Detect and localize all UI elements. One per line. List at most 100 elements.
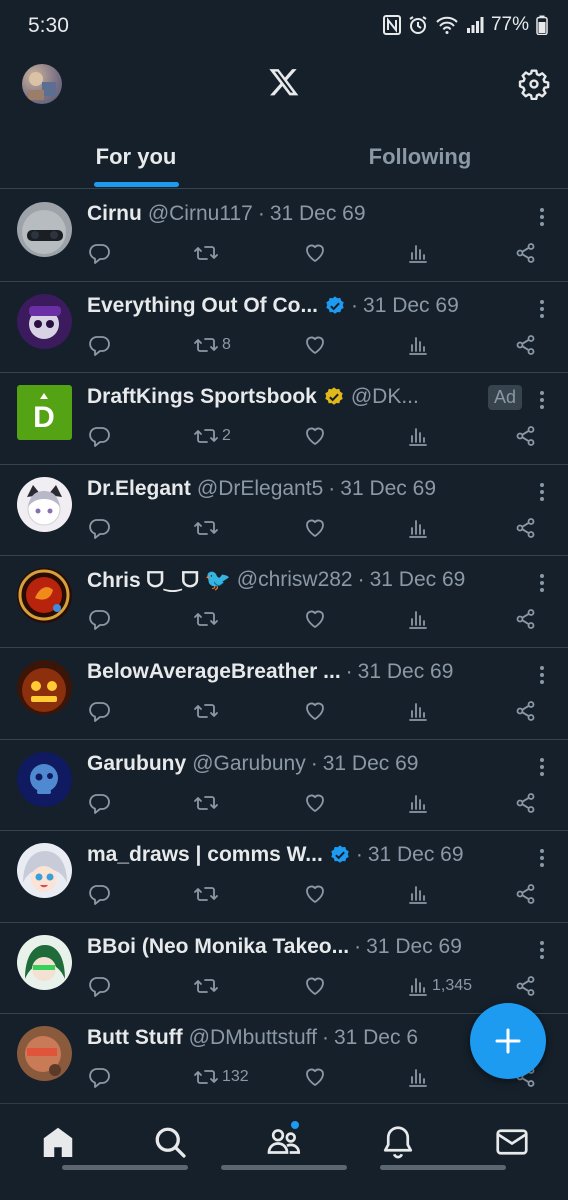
like-button[interactable]	[303, 790, 327, 816]
search-icon[interactable]	[152, 1124, 188, 1160]
tweet-date[interactable]: 31 Dec 69	[358, 660, 454, 684]
share-button[interactable]	[514, 515, 538, 541]
gear-icon[interactable]	[518, 68, 550, 100]
bell-icon[interactable]	[380, 1124, 416, 1160]
reply-button[interactable]	[87, 240, 111, 266]
like-button[interactable]	[303, 973, 327, 999]
tweet-card[interactable]: BelowAverageBreather ... · 31 Dec 69	[0, 648, 568, 740]
author-avatar[interactable]	[17, 293, 72, 349]
reply-button[interactable]	[87, 881, 111, 907]
tweet-date[interactable]: 31 Dec 69	[323, 752, 419, 776]
author-avatar[interactable]	[17, 751, 72, 807]
more-options-icon[interactable]	[538, 756, 546, 778]
author-name[interactable]: BBoi (Neo Monika Takeo...	[87, 935, 349, 959]
like-button[interactable]	[303, 698, 327, 724]
tweet-date[interactable]: 31 Dec 69	[270, 202, 366, 226]
retweet-button[interactable]	[193, 973, 219, 999]
more-options-icon[interactable]	[538, 939, 546, 961]
tweet-card[interactable]: Cirnu @Cirnu117 · 31 Dec 69	[0, 190, 568, 282]
share-button[interactable]	[514, 606, 538, 632]
retweet-button[interactable]	[193, 606, 219, 632]
tweet-date[interactable]: 31 Dec 69	[363, 294, 459, 318]
reply-button[interactable]	[87, 423, 111, 449]
views-button[interactable]	[407, 332, 429, 358]
more-options-icon[interactable]	[538, 389, 546, 411]
share-button[interactable]	[514, 240, 538, 266]
retweet-button[interactable]	[193, 881, 219, 907]
author-handle[interactable]: @Garubuny	[192, 752, 306, 776]
communities-icon[interactable]	[266, 1124, 302, 1160]
home-icon[interactable]	[40, 1124, 76, 1160]
reply-button[interactable]	[87, 698, 111, 724]
author-avatar[interactable]	[17, 1026, 72, 1082]
reply-button[interactable]	[87, 515, 111, 541]
more-options-icon[interactable]	[538, 481, 546, 503]
x-logo-icon[interactable]	[268, 66, 300, 98]
tweet-card[interactable]: ma_draws | comms W... · 31 Dec 69	[0, 831, 568, 923]
author-name[interactable]: Chris ᗜ‿ᗜ 🐦	[87, 568, 231, 593]
views-button[interactable]	[407, 240, 429, 266]
views-button[interactable]	[407, 1064, 429, 1090]
like-button[interactable]	[303, 240, 327, 266]
author-handle[interactable]: @DK...	[351, 385, 419, 409]
author-name[interactable]: Cirnu	[87, 202, 142, 226]
author-avatar[interactable]	[17, 934, 72, 990]
tweet-card[interactable]: Everything Out Of Co... · 31 Dec 69 8	[0, 282, 568, 374]
author-handle[interactable]: @DMbuttstuff	[189, 1026, 317, 1050]
author-name[interactable]: ma_draws | comms W...	[87, 843, 323, 867]
author-name[interactable]: Everything Out Of Co...	[87, 294, 318, 318]
like-button[interactable]	[303, 332, 327, 358]
share-button[interactable]	[514, 881, 538, 907]
like-button[interactable]	[303, 606, 327, 632]
like-button[interactable]	[303, 881, 327, 907]
tweet-card[interactable]: Chris ᗜ‿ᗜ 🐦 @chrisw282 · 31 Dec 69	[0, 556, 568, 648]
views-button[interactable]	[407, 698, 429, 724]
author-handle[interactable]: @Cirnu117	[148, 202, 253, 226]
views-button[interactable]	[407, 423, 429, 449]
tweet-date[interactable]: 31 Dec 6	[334, 1026, 418, 1050]
tweet-date[interactable]: 31 Dec 69	[366, 935, 462, 959]
reply-button[interactable]	[87, 606, 111, 632]
share-button[interactable]	[514, 423, 538, 449]
author-avatar[interactable]: D	[17, 385, 72, 441]
tweet-date[interactable]: 31 Dec 69	[368, 843, 464, 867]
reply-button[interactable]	[87, 332, 111, 358]
tab-for-you[interactable]: For you	[0, 132, 272, 188]
author-name[interactable]: BelowAverageBreather ...	[87, 660, 341, 684]
author-name[interactable]: Butt Stuff	[87, 1026, 183, 1050]
views-button[interactable]: 1,345	[407, 973, 472, 999]
retweet-button[interactable]	[193, 240, 219, 266]
author-name[interactable]: Dr.Elegant	[87, 477, 191, 501]
like-button[interactable]	[303, 423, 327, 449]
views-button[interactable]	[407, 606, 429, 632]
author-avatar[interactable]	[17, 659, 72, 715]
tweet-date[interactable]: 31 Dec 69	[370, 568, 466, 592]
tweet-card[interactable]: D DraftKings Sportsbook @DK... Ad 2	[0, 373, 568, 465]
views-button[interactable]	[407, 790, 429, 816]
share-button[interactable]	[514, 698, 538, 724]
retweet-button[interactable]	[193, 698, 219, 724]
more-options-icon[interactable]	[538, 206, 546, 228]
author-avatar[interactable]	[17, 843, 72, 899]
author-avatar[interactable]	[17, 476, 72, 532]
compose-button[interactable]	[470, 1003, 546, 1079]
author-handle[interactable]: @chrisw282	[237, 568, 353, 592]
like-button[interactable]	[303, 1064, 327, 1090]
retweet-button[interactable]	[193, 515, 219, 541]
retweet-button[interactable]: 2	[193, 423, 231, 449]
more-options-icon[interactable]	[538, 298, 546, 320]
more-options-icon[interactable]	[538, 664, 546, 686]
views-button[interactable]	[407, 515, 429, 541]
author-handle[interactable]: @DrElegant5	[197, 477, 323, 501]
like-button[interactable]	[303, 515, 327, 541]
tweet-card[interactable]: Garubuny @Garubuny · 31 Dec 69	[0, 740, 568, 832]
timeline-feed[interactable]: Cirnu @Cirnu117 · 31 Dec 69 Everything Out O…	[0, 190, 568, 1106]
tab-following[interactable]: Following	[284, 132, 556, 188]
share-button[interactable]	[514, 790, 538, 816]
author-name[interactable]: Garubuny	[87, 752, 186, 776]
tweet-card[interactable]: Dr.Elegant @DrElegant5 · 31 Dec 69	[0, 465, 568, 557]
tweet-card[interactable]: BBoi (Neo Monika Takeo... · 31 Dec 69 1,345	[0, 923, 568, 1015]
views-button[interactable]	[407, 881, 429, 907]
share-button[interactable]	[514, 973, 538, 999]
author-avatar[interactable]	[17, 202, 72, 257]
